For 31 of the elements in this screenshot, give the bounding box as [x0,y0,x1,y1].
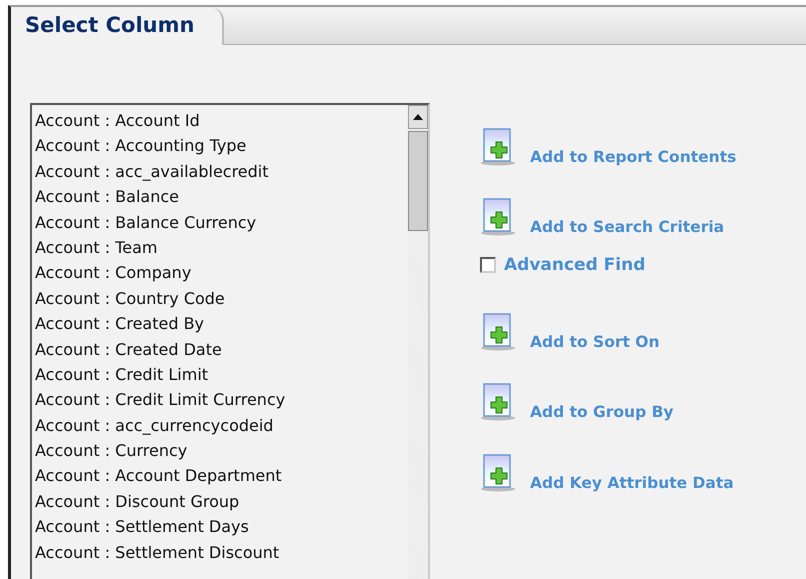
list-item[interactable]: Account : Settlement Days [35,514,408,540]
column-listbox[interactable] [30,103,430,579]
checkbox[interactable] [480,257,496,273]
scroll-up-button[interactable] [408,105,428,129]
list-item[interactable]: Account : acc_currencycodeid [35,412,408,438]
add-page-icon [480,128,516,166]
list-item[interactable]: Account : Created By [35,311,408,337]
list-item[interactable]: Account : Country Code [35,286,408,312]
add-page-icon [480,454,516,492]
list-item[interactable]: Account : Settlement Discount [35,540,408,566]
list-item[interactable]: Account : Accounting Type [35,133,408,159]
list-item[interactable]: Account : Team [35,234,408,260]
list-item[interactable]: Account : Credit Limit Currency [35,387,408,413]
list-item[interactable]: Account : Account Department [35,463,408,489]
list-item[interactable]: Account : Company [35,260,408,286]
up-arrow-icon [413,114,423,120]
list-item[interactable]: Account : Credit Limit [35,362,408,388]
checkbox-label: Advanced Find [504,255,646,275]
scrollbar[interactable] [408,105,428,579]
list-item[interactable]: Account : Created Date [35,336,408,362]
list-item[interactable]: Account : acc_availablecredit [35,158,408,184]
list-item[interactable]: Account : Account Id [35,108,408,134]
add-page-icon [480,198,516,236]
list-item[interactable]: Account : Discount Group [35,488,408,514]
tab[interactable]: Select Column [11,7,224,45]
list-item[interactable]: Account : Currency [35,438,408,464]
add-page-icon [480,312,516,350]
list-item[interactable]: Account : Balance Currency [35,210,408,235]
scroll-thumb[interactable] [408,131,428,231]
list-item[interactable]: Account : Balance [35,184,408,210]
add-page-icon [480,383,516,421]
